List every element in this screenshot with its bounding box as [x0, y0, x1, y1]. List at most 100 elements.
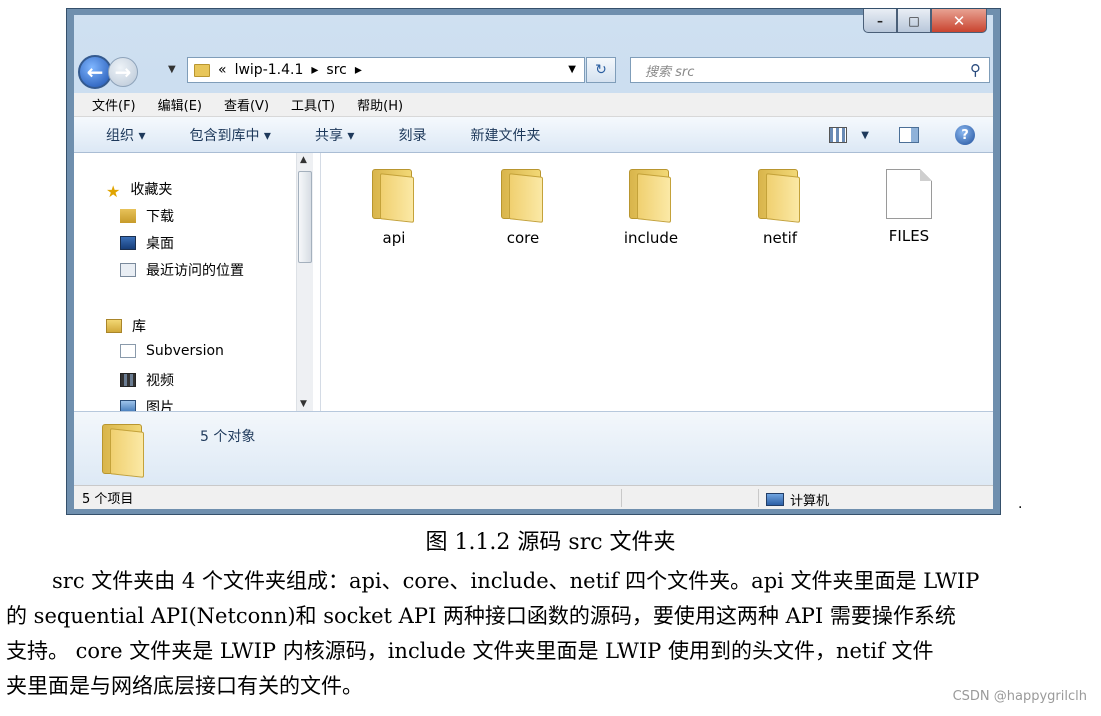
chevron-down-icon[interactable]: ▼ [568, 64, 576, 75]
nav-libraries-label: 库 [132, 319, 146, 335]
nav-favorites[interactable]: ★ 收藏夹 [106, 179, 173, 201]
paragraph-line-2: 的 sequential API(Netconn)和 socket API 两种… [6, 604, 956, 628]
menu-file[interactable]: 文件(F) [92, 95, 136, 114]
command-bar: 组织 ▾ 包含到库中 ▾ 共享 ▾ 刻录 新建文件夹 ▼ ? [74, 117, 993, 153]
star-icon: ★ [106, 182, 121, 201]
computer-icon [766, 493, 784, 506]
search-icon[interactable]: ⚲ [970, 61, 981, 79]
address-row: ← → ▼ « lwip-1.4.1 ▸ src ▸ ▼ ↻ 搜索 src ⚲ [74, 49, 993, 89]
search-input[interactable]: 搜索 src ⚲ [630, 57, 990, 83]
folder-icon [758, 169, 802, 223]
nav-recent[interactable]: 最近访问的位置 [120, 260, 244, 280]
address-bar[interactable]: « lwip-1.4.1 ▸ src ▸ ▼ [187, 57, 585, 83]
video-icon [120, 373, 136, 387]
nav-subversion[interactable]: Subversion [120, 343, 224, 359]
refresh-icon: ↻ [595, 62, 607, 78]
scroll-up-icon[interactable]: ▲ [300, 155, 307, 165]
status-location: 计算机 [766, 490, 829, 509]
nav-downloads[interactable]: 下载 [120, 206, 174, 226]
nav-recent-label: 最近访问的位置 [146, 263, 244, 279]
folder-icon [501, 169, 545, 223]
nav-downloads-label: 下载 [146, 209, 174, 225]
picture-icon [120, 400, 136, 411]
history-dropdown[interactable]: ▼ [168, 64, 176, 75]
back-button[interactable]: ← [78, 55, 112, 89]
library-icon [106, 319, 122, 333]
menu-help[interactable]: 帮助(H) [357, 95, 403, 114]
paragraph-line-1: src 文件夹由 4 个文件夹组成：api、core、include、netif… [52, 569, 980, 593]
file-icon [886, 169, 932, 219]
file-item-include[interactable]: include [606, 169, 696, 247]
breadcrumb-separator[interactable]: ▸ [355, 62, 362, 78]
breadcrumb-src[interactable]: src [326, 62, 346, 78]
arrow-right-icon: → [114, 60, 132, 84]
breadcrumb-lwip[interactable]: lwip-1.4.1 [235, 62, 304, 78]
refresh-button[interactable]: ↻ [586, 57, 616, 83]
nav-scrollbar[interactable]: ▲ ▼ [296, 153, 313, 411]
breadcrumb-separator[interactable]: ▸ [311, 62, 318, 78]
organize-button[interactable]: 组织 ▾ [106, 125, 145, 145]
status-bar: 5 个项目 计算机 [74, 485, 993, 509]
status-divider [758, 489, 759, 507]
paragraph-line-4: 夹里面是与网络底层接口有关的文件。 [6, 674, 363, 698]
nav-videos[interactable]: 视频 [120, 370, 174, 390]
stray-dot: . [1018, 496, 1023, 512]
download-folder-icon [120, 209, 136, 223]
desktop-icon [120, 236, 136, 250]
status-divider [621, 489, 622, 507]
file-list: api core include netif FILES [321, 153, 993, 411]
nav-desktop-label: 桌面 [146, 236, 174, 252]
nav-subversion-label: Subversion [146, 343, 224, 359]
file-item-core[interactable]: core [478, 169, 568, 247]
watermark: CSDN @happygrilclh [952, 689, 1087, 704]
nav-favorites-label: 收藏夹 [130, 182, 173, 198]
file-name: api [382, 229, 406, 247]
nav-videos-label: 视频 [146, 373, 174, 389]
selection-count: 5 个对象 [200, 429, 256, 445]
file-name: netif [762, 229, 798, 247]
new-folder-button[interactable]: 新建文件夹 [470, 125, 540, 145]
explorer-window: – □ ✕ ← → ▼ « lwip-1.4.1 ▸ src ▸ ▼ ↻ 搜索 … [66, 8, 1001, 515]
menu-view[interactable]: 查看(V) [224, 95, 269, 114]
arrow-left-icon: ← [86, 60, 104, 84]
document-icon [120, 344, 136, 358]
folder-icon [372, 169, 416, 223]
status-item-count: 5 个项目 [82, 492, 134, 507]
recent-places-icon [120, 263, 136, 277]
folder-icon [102, 424, 146, 478]
paragraph-line-3: 支持。 core 文件夹是 LWIP 内核源码，include 文件夹里面是 L… [6, 639, 934, 663]
breadcrumb-overflow[interactable]: « [218, 62, 227, 78]
folder-icon [629, 169, 673, 223]
maximize-button[interactable]: □ [897, 9, 931, 33]
nav-pictures[interactable]: 图片 [120, 397, 174, 411]
forward-button[interactable]: → [108, 57, 138, 87]
status-location-label: 计算机 [790, 494, 830, 509]
menu-tools[interactable]: 工具(T) [291, 95, 335, 114]
nav-pictures-label: 图片 [146, 400, 174, 411]
include-in-library-button[interactable]: 包含到库中 ▾ [189, 125, 270, 145]
nav-desktop[interactable]: 桌面 [120, 233, 174, 253]
file-item-api[interactable]: api [349, 169, 439, 247]
file-name: core [506, 229, 540, 247]
burn-button[interactable]: 刻录 [398, 125, 426, 145]
minimize-button[interactable]: – [863, 9, 897, 33]
file-name: include [623, 229, 679, 247]
close-button[interactable]: ✕ [931, 9, 987, 33]
figure-caption: 图 1.1.2 源码 src 文件夹 [425, 530, 676, 555]
menu-bar: 文件(F) 编辑(E) 查看(V) 工具(T) 帮助(H) [74, 93, 993, 117]
window-controls: – □ ✕ [863, 9, 987, 35]
menu-edit[interactable]: 编辑(E) [158, 95, 202, 114]
help-icon[interactable]: ? [955, 125, 975, 145]
view-options-icon[interactable] [829, 127, 848, 143]
share-button[interactable]: 共享 ▾ [315, 125, 354, 145]
file-name: FILES [888, 227, 930, 245]
file-item-files[interactable]: FILES [864, 169, 954, 245]
scroll-down-icon[interactable]: ▼ [300, 399, 307, 409]
navigation-pane: ★ 收藏夹 下载 桌面 最近访问的位置 库 Subversion 视频 图片 ▲… [74, 153, 321, 411]
preview-pane-icon[interactable] [899, 127, 919, 143]
nav-libraries[interactable]: 库 [106, 316, 146, 336]
chevron-down-icon[interactable]: ▼ [861, 130, 869, 141]
scrollbar-thumb[interactable] [298, 171, 312, 263]
window-body: – □ ✕ ← → ▼ « lwip-1.4.1 ▸ src ▸ ▼ ↻ 搜索 … [74, 9, 993, 509]
file-item-netif[interactable]: netif [735, 169, 825, 247]
